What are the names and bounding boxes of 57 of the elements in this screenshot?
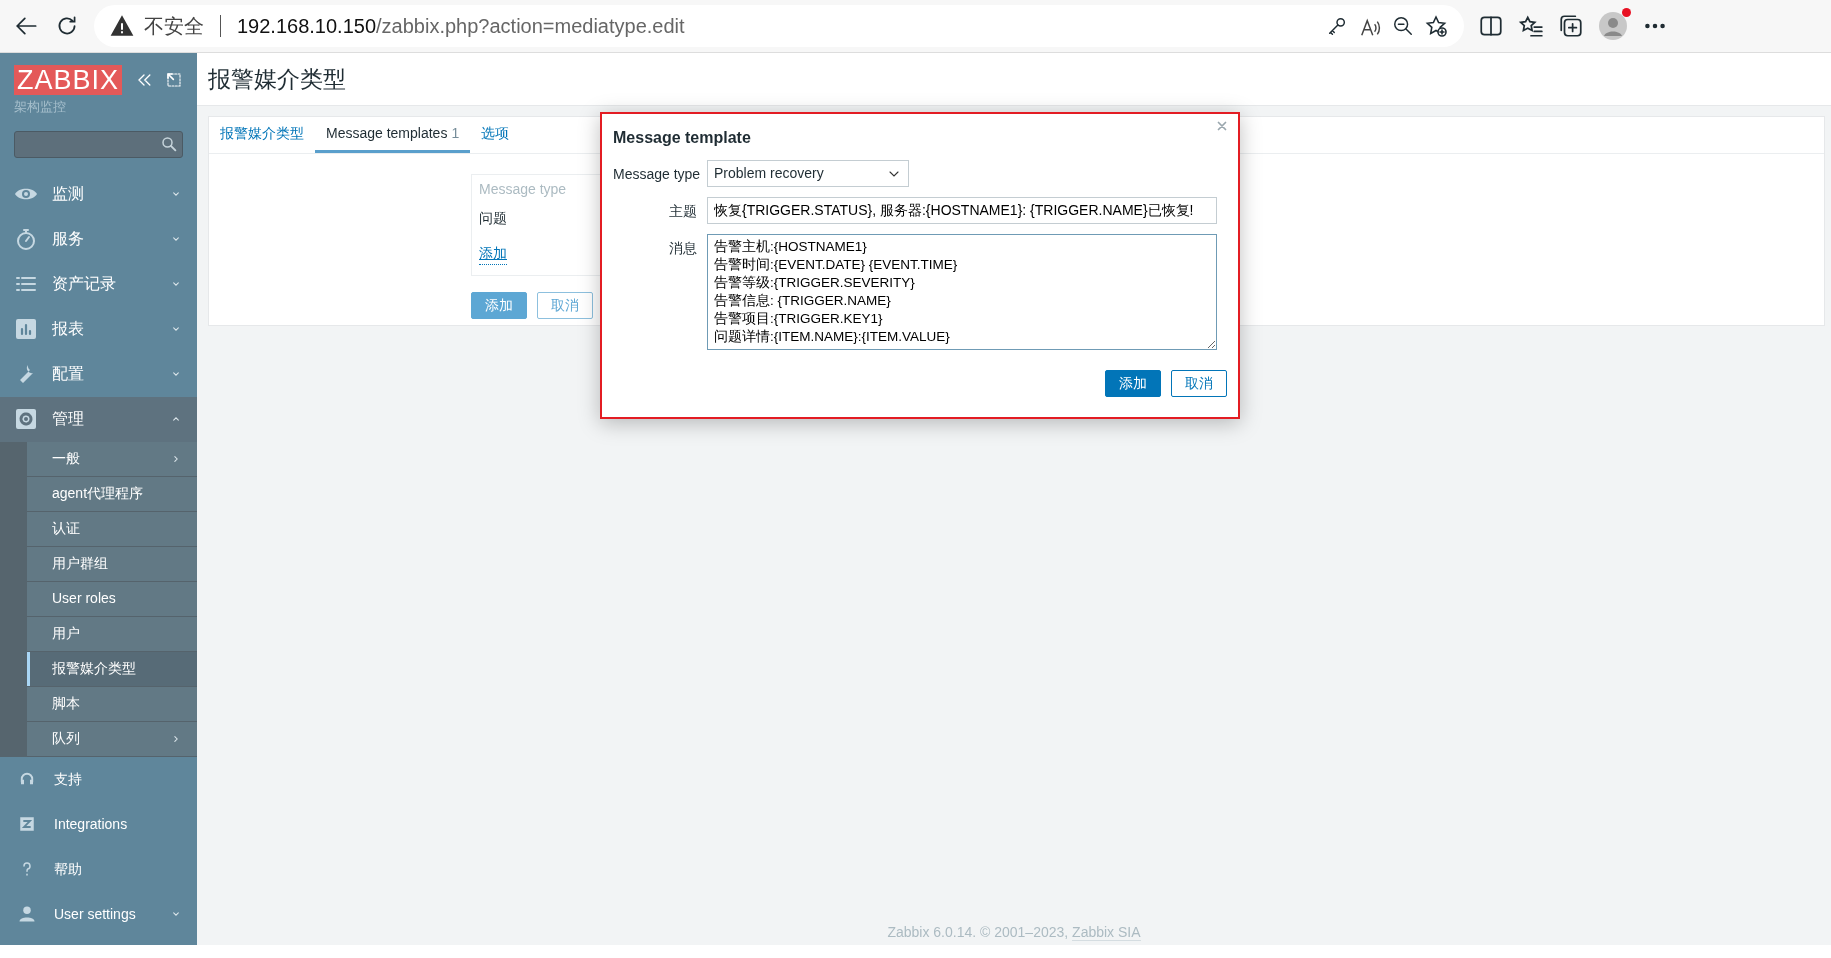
message-field[interactable]: 告警主机:{HOSTNAME1} 告警时间:{EVENT.DATE} {EVENT.TIME} 告警等级:{TRIGGER.SEVERITY} 告警信息: {TRIGGER.NAME} 告警项目:{TRIGGER.KEY1} 问题详情:{ITEM.NAME}:{ITEM.VALUE} xyxy=(707,234,1217,350)
url-text: 192.168.10.150/zabbix.php?action=mediatype.edit xyxy=(237,14,685,39)
submenu-item[interactable]: 脚本 xyxy=(27,686,197,722)
user-icon xyxy=(18,905,36,923)
menu-item[interactable]: 监测 xyxy=(0,171,197,217)
address-bar[interactable]: 不安全 192.168.10.150/zabbix.php?action=mediatype.edit xyxy=(94,5,1464,47)
favorite-add-icon[interactable] xyxy=(1424,14,1448,38)
submenu-item[interactable]: 认证 xyxy=(27,511,197,547)
menu-item[interactable]: 报表 xyxy=(0,306,197,352)
key-icon[interactable] xyxy=(1326,15,1348,37)
collections-icon[interactable] xyxy=(1558,13,1584,39)
submenu-item[interactable]: 用户 xyxy=(27,616,197,652)
submenu-item[interactable]: 队列 xyxy=(27,721,197,757)
kiosk-mode-icon[interactable] xyxy=(166,72,183,88)
menu-item[interactable]: User settings xyxy=(0,891,197,937)
cancel-button[interactable]: 取消 xyxy=(1171,370,1227,397)
add-button[interactable]: 添加 xyxy=(1105,370,1161,397)
column-header: Message type xyxy=(479,180,568,199)
submenu-item[interactable]: User roles xyxy=(27,581,197,617)
page-title: 报警媒介类型 xyxy=(197,53,1831,106)
bar-chart-icon xyxy=(14,317,38,341)
z-icon xyxy=(18,815,36,833)
add-link[interactable]: 添加 xyxy=(479,243,507,265)
submenu-item[interactable]: 用户群组 xyxy=(27,546,197,582)
tab[interactable]: Message templates 1 xyxy=(315,117,471,153)
menu-item[interactable]: 支持 xyxy=(0,756,197,802)
submenu-item[interactable]: 一般 xyxy=(27,441,197,477)
menu-item[interactable]: 帮助 xyxy=(0,846,197,892)
warning-icon xyxy=(110,14,134,38)
security-label: 不安全 xyxy=(144,14,204,39)
message-type-select[interactable]: Problem recovery xyxy=(707,160,909,187)
submenu-item[interactable]: agent代理程序 xyxy=(27,476,197,512)
add-button[interactable]: 添加 xyxy=(471,292,527,319)
menu-item[interactable]: 服务 xyxy=(0,216,197,262)
dialog-title: Message template xyxy=(613,128,752,148)
split-screen-icon[interactable] xyxy=(1478,13,1504,39)
menu-item[interactable]: 管理 xyxy=(0,396,197,442)
table-cell-text: 问题 xyxy=(479,209,508,228)
subtitle: 架构监控 xyxy=(14,98,67,116)
footer-text: Zabbix 6.0.14. © 2001–2023, Zabbix SIA xyxy=(886,922,1142,943)
subject-field[interactable]: 恢复{TRIGGER.STATUS}, 服务器:{HOSTNAME1}: {TRIGGER.NAME}已恢复! xyxy=(707,197,1217,224)
logo[interactable]: ZABBIX xyxy=(14,65,123,95)
stopwatch-icon xyxy=(14,227,38,251)
favorites-icon[interactable] xyxy=(1518,13,1544,39)
field-label: 主题 xyxy=(668,202,697,221)
tab[interactable]: 选项 xyxy=(470,117,521,153)
zoom-out-icon[interactable] xyxy=(1392,15,1414,37)
submenu-item[interactable]: 报警媒介类型 xyxy=(27,651,197,687)
search-field[interactable] xyxy=(14,130,183,158)
field-label: 消息 xyxy=(668,239,697,258)
menu-item[interactable]: 资产记录 xyxy=(0,261,197,307)
menu-item[interactable]: 配置 xyxy=(0,351,197,397)
search-icon xyxy=(160,135,178,153)
tab[interactable]: 报警媒介类型 xyxy=(209,117,315,153)
menu-item[interactable]: Integrations xyxy=(0,801,197,847)
cancel-button[interactable]: 取消 xyxy=(537,292,593,319)
profile-avatar[interactable] xyxy=(1598,11,1628,41)
